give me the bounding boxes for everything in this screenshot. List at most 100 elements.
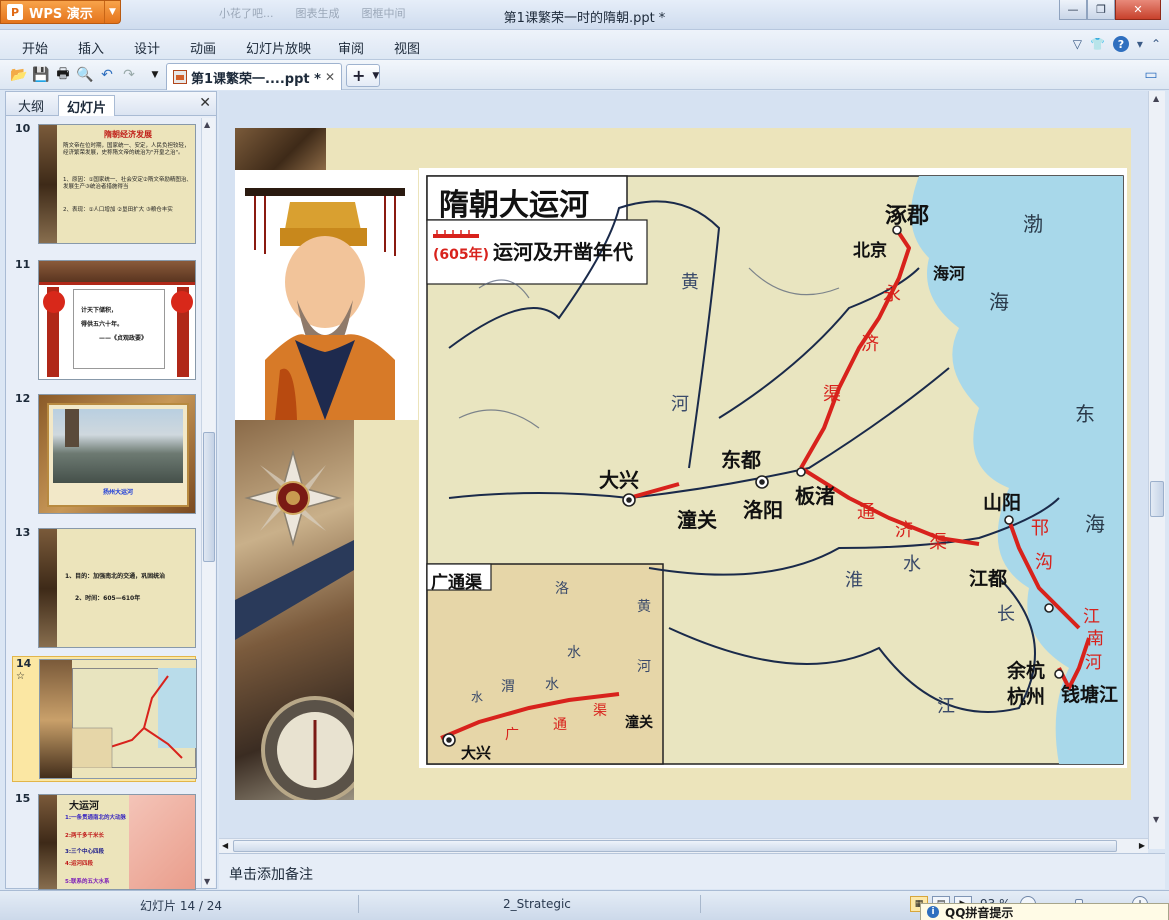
slide-thumbnail-14[interactable]: 14 ☆ xyxy=(12,656,197,782)
thumb-text: 4:运河四段 xyxy=(65,861,94,867)
inset-label: 黄 xyxy=(637,599,651,615)
city-label: 洛阳 xyxy=(743,498,783,522)
print-preview-icon[interactable]: 🔍 xyxy=(76,66,94,84)
chevron-down-icon[interactable]: ▽ xyxy=(1073,37,1082,51)
ime-tip-popup[interactable]: i QQ拼音提示 xyxy=(920,903,1169,920)
tab-outline[interactable]: 大纲 xyxy=(10,95,52,116)
editor-vertical-scrollbar[interactable]: ▲ ▼ xyxy=(1148,91,1165,849)
customize-toolbar-icon[interactable]: ▼ xyxy=(146,66,164,84)
close-button[interactable]: ✕ xyxy=(1115,0,1161,20)
panel-toggle-icon[interactable]: ▭ xyxy=(1142,66,1160,84)
menu-bar: 开始 插入 设计 动画 幻灯片放映 审阅 视图 ▽ 👕 ? ▾ ⌃ xyxy=(0,30,1169,60)
menu-design[interactable]: 设计 xyxy=(134,38,160,57)
menu-review[interactable]: 审阅 xyxy=(338,38,364,57)
chevron-down-icon[interactable]: ▾ xyxy=(1137,37,1143,51)
slide-number: 14 xyxy=(16,657,32,670)
chevron-down-icon[interactable]: ▼ xyxy=(372,71,379,81)
save-icon[interactable]: 💾 xyxy=(32,66,50,84)
thumb-map-mini xyxy=(72,675,183,768)
slides-panel: 大纲 幻灯片 ✕ 10 隋朝经济发展 隋文帝在位时期，国家统一、安定，人民负担较… xyxy=(5,91,217,892)
emperor-portrait-image xyxy=(235,170,418,420)
editor-horizontal-scrollbar[interactable]: ◀ ▶ xyxy=(219,838,1148,853)
river-label: 黄 xyxy=(681,272,699,293)
inset-label: 水 xyxy=(545,677,559,693)
inset-title: 广通渠 xyxy=(431,573,482,593)
river-label: 淮 xyxy=(845,570,863,591)
thumb-text: 5:联系的五大水系 xyxy=(65,879,110,885)
new-tab-button[interactable]: + ▼ xyxy=(346,64,380,87)
ppt-file-icon xyxy=(173,70,187,84)
slide-canvas[interactable]: 隋朝大运河 (605年) 运河及开凿年代 广通渠 涿郡 北京 大兴 东都 洛阳 … xyxy=(235,128,1131,800)
wps-logo-icon: P xyxy=(7,4,23,20)
city-label: 北京 xyxy=(853,241,887,261)
city-label: 山阳 xyxy=(983,492,1022,514)
print-icon[interactable]: 🖶 xyxy=(54,66,72,84)
scroll-down-icon[interactable]: ▼ xyxy=(204,877,210,886)
inset-label: 大兴 xyxy=(461,744,492,762)
thumb-text: 隋文帝在位时期，国家统一、安定，人民负担较轻，经济繁荣发展，史称隋文帝的统治为"… xyxy=(63,143,190,156)
document-tab[interactable]: 第1课繁荣一....ppt * ✕ xyxy=(166,63,342,90)
sui-grand-canal-map: 隋朝大运河 (605年) 运河及开凿年代 广通渠 涿郡 北京 大兴 东都 洛阳 … xyxy=(419,168,1127,768)
slide-thumbnail-12[interactable]: 12 扬州大运河 xyxy=(12,392,196,516)
scroll-left-icon[interactable]: ◀ xyxy=(222,841,228,850)
city-label: 大兴 xyxy=(599,468,639,492)
open-folder-icon[interactable]: 📂 xyxy=(10,66,28,84)
slide-thumbnail-10[interactable]: 10 隋朝经济发展 隋文帝在位时期，国家统一、安定，人民负担较轻，经济繁荣发展，… xyxy=(12,122,196,246)
scrollbar-thumb[interactable] xyxy=(203,432,215,562)
city-label: 潼关 xyxy=(677,508,717,532)
canal-label: 邗 xyxy=(1031,518,1049,539)
menu-insert[interactable]: 插入 xyxy=(78,38,104,57)
inset-label: 渠 xyxy=(593,703,607,719)
scrollbar-thumb[interactable] xyxy=(1150,481,1164,517)
faded-tab: 小花了吧... xyxy=(219,7,274,20)
tab-slides[interactable]: 幻灯片 xyxy=(58,95,116,116)
chevron-down-icon[interactable]: ▼ xyxy=(104,1,120,23)
slide-number: 11 xyxy=(15,258,31,271)
info-icon: i xyxy=(927,906,939,918)
slide-thumbnail-13[interactable]: 13 1、目的：加强南北的交通，巩固统治 2、时间：605—610年 xyxy=(12,526,196,650)
city-label: 涿郡 xyxy=(885,204,930,229)
menu-view[interactable]: 视图 xyxy=(394,38,420,57)
notes-placeholder: 单击添加备注 xyxy=(229,867,313,883)
ribbon-collapse-icon[interactable]: ⌃ xyxy=(1151,37,1161,51)
scrollbar-thumb[interactable] xyxy=(233,840,1117,852)
redo-icon[interactable]: ↷ xyxy=(120,66,138,84)
help-icon[interactable]: ? xyxy=(1112,36,1129,52)
scroll-up-icon[interactable]: ▲ xyxy=(1153,94,1159,103)
close-icon[interactable]: ✕ xyxy=(199,95,211,111)
slide-editor: 隋朝大运河 (605年) 运河及开凿年代 广通渠 涿郡 北京 大兴 东都 洛阳 … xyxy=(219,91,1148,838)
slides-panel-scrollbar[interactable]: ▲ ▼ xyxy=(201,118,215,888)
quick-access-toolbar: 📂 💾 🖶 🔍 ↶ ↷ ▼ 第1课繁荣一....ppt * ✕ + ▼ ▭ xyxy=(0,60,1169,90)
ime-tip-label: QQ拼音提示 xyxy=(945,905,1014,920)
slide-thumbnail-11[interactable]: 11 计天下储积， 得供五六十年。 ——《贞观政要》 xyxy=(12,258,196,382)
inset-label: 渭 xyxy=(501,679,515,695)
wps-app-menu-button[interactable]: P WPS 演示 ▼ xyxy=(0,0,121,24)
inset-label: 水 xyxy=(471,690,484,704)
thumb-text: 2:两千多千米长 xyxy=(65,833,105,839)
restore-button[interactable]: ❐ xyxy=(1087,0,1115,20)
title-bar: P WPS 演示 ▼ 小花了吧... 图表生成 图框中间 第1课繁荣一时的隋朝.… xyxy=(0,0,1169,30)
menu-animation[interactable]: 动画 xyxy=(190,38,216,57)
thumb-title: 大运河 xyxy=(69,801,99,812)
minimize-button[interactable]: — xyxy=(1059,0,1087,20)
thumb-text: 得供五六十年。 xyxy=(81,321,124,328)
slide-thumbnail-15[interactable]: 15 大运河 1:一条贯通南北的大动脉 2:两千多千米长 3:三个中心四段 4:… xyxy=(12,792,196,892)
thumb-title: 隋朝经济发展 xyxy=(104,130,152,139)
scroll-up-icon[interactable]: ▲ xyxy=(204,120,210,129)
scroll-down-icon[interactable]: ▼ xyxy=(1153,815,1159,824)
menu-home[interactable]: 开始 xyxy=(22,38,48,57)
thumb-caption: 扬州大运河 xyxy=(102,489,133,496)
inset-label: 河 xyxy=(637,659,651,675)
menu-slideshow[interactable]: 幻灯片放映 xyxy=(246,38,311,57)
river-label: 长 xyxy=(997,604,1015,625)
river-label: 江 xyxy=(937,696,955,717)
skin-icon[interactable]: 👕 xyxy=(1090,37,1105,51)
slide-number: 13 xyxy=(15,526,31,539)
undo-icon[interactable]: ↶ xyxy=(98,66,116,84)
canal-label: 渠 xyxy=(823,384,841,405)
notes-pane[interactable]: 单击添加备注 xyxy=(219,853,1165,889)
city-label: 杭州 xyxy=(1007,686,1046,708)
app-button-label: WPS 演示 xyxy=(29,6,93,22)
scroll-right-icon[interactable]: ▶ xyxy=(1139,841,1145,850)
close-tab-icon[interactable]: ✕ xyxy=(325,70,335,84)
